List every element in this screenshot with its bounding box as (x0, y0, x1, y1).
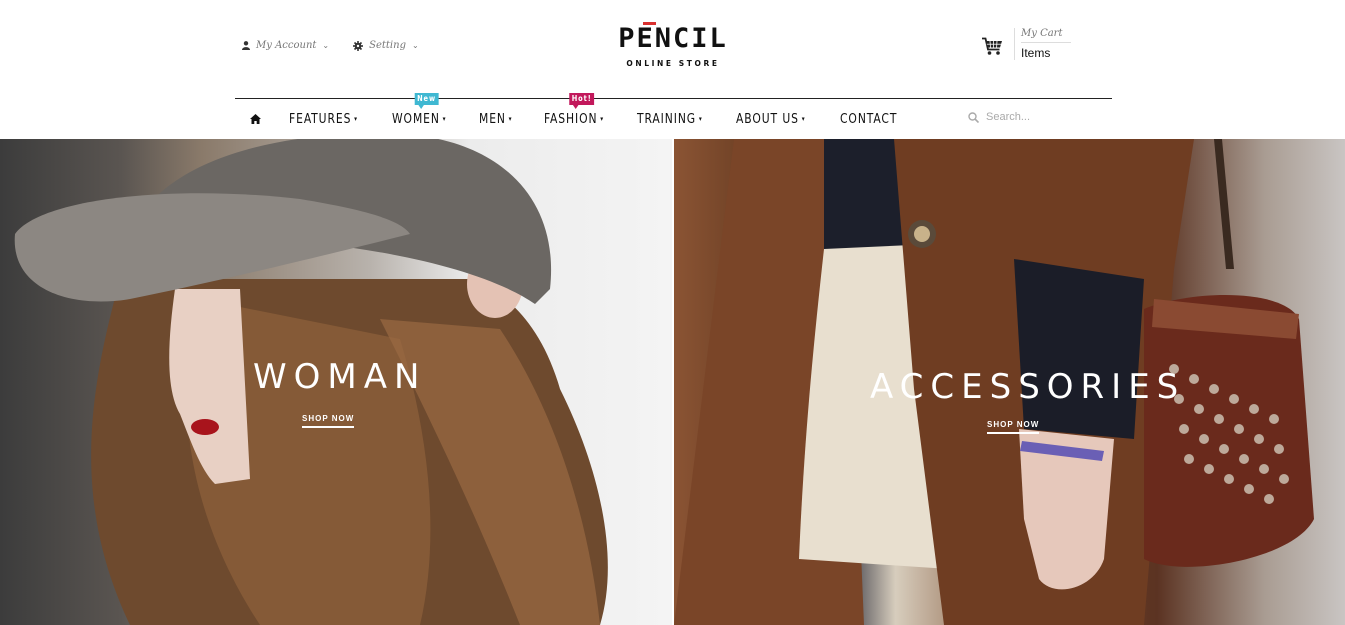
search-input[interactable] (986, 111, 1096, 123)
badge-pointer (572, 104, 578, 109)
shop-now-accessories-link[interactable]: SHOP NOW (987, 420, 1040, 434)
caret-down-icon: ▾ (599, 115, 604, 123)
nav-items: FEATURES ▾ New WOMEN ▾ MEN ▾ Hot! FASHIO… (235, 92, 930, 139)
my-account-label: My Account (256, 40, 317, 51)
nav-item-label: FASHION (543, 111, 598, 127)
hot-badge: Hot! (568, 92, 594, 109)
logo-name: PENCIL (618, 23, 728, 54)
nav-item-about-us[interactable]: ABOUT US ▾ (736, 112, 806, 127)
badge-pointer (417, 104, 424, 109)
cart-icon (982, 37, 1002, 55)
top-links: My Account ⌄ Setting ⌄ (242, 40, 419, 51)
cart-text: My Cart Items (1014, 28, 1071, 60)
setting-link[interactable]: Setting ⌄ (353, 40, 419, 51)
nav-item-fashion[interactable]: Hot! FASHION ▾ (543, 92, 604, 127)
nav-item-label: CONTACT (839, 111, 898, 127)
search-icon[interactable] (968, 111, 979, 123)
caret-down-icon: ▾ (698, 115, 703, 123)
banner-woman-title: WOMAN (253, 357, 427, 397)
my-account-link[interactable]: My Account ⌄ (242, 40, 329, 51)
nav-item-contact[interactable]: CONTACT (840, 112, 897, 127)
new-badge: New (414, 92, 439, 109)
nav-item-features[interactable]: FEATURES ▾ (289, 112, 358, 127)
logo-tagline: ONLINE STORE (626, 59, 720, 68)
site-logo[interactable]: PENCIL ONLINE STORE (612, 22, 734, 68)
cart-items: Items (1021, 46, 1051, 60)
nav-item-label: FEATURES (289, 111, 352, 127)
nav-item-label: TRAINING (636, 111, 696, 127)
site-header: My Account ⌄ Setting ⌄ PENCIL ONLINE STO… (0, 0, 1345, 139)
main-nav: FEATURES ▾ New WOMEN ▾ MEN ▾ Hot! FASHIO… (235, 92, 1112, 139)
home-icon (250, 114, 261, 124)
gear-icon (353, 40, 364, 51)
caret-down-icon: ▾ (801, 115, 806, 123)
mini-cart[interactable]: My Cart Items (982, 28, 1071, 60)
badge-label: New (417, 93, 436, 103)
nav-home[interactable] (250, 114, 261, 124)
caret-down-icon: ▾ (508, 115, 513, 123)
nav-item-training[interactable]: TRAINING ▾ (637, 112, 703, 127)
chevron-down-icon: ⌄ (411, 41, 419, 50)
chevron-down-icon: ⌄ (322, 41, 330, 50)
nav-item-label: ABOUT US (736, 111, 800, 127)
user-icon (242, 41, 250, 50)
banner-woman[interactable]: WOMAN SHOP NOW (0, 139, 672, 625)
shop-now-woman-link[interactable]: SHOP NOW (302, 414, 355, 428)
banner-accessories-title: ACCESSORIES (870, 367, 1186, 407)
caret-down-icon: ▾ (354, 115, 358, 123)
setting-label: Setting (369, 40, 406, 51)
cart-title: My Cart (1021, 28, 1071, 43)
badge-label: Hot! (571, 93, 592, 103)
nav-item-label: MEN (479, 111, 507, 127)
banner-accessories[interactable]: ACCESSORIES SHOP NOW (674, 139, 1345, 625)
caret-down-icon: ▾ (442, 115, 447, 123)
nav-search (968, 111, 1096, 123)
logo-accent-bar (643, 22, 656, 25)
nav-item-label: WOMEN (391, 111, 440, 127)
nav-item-men[interactable]: MEN ▾ (479, 112, 512, 127)
nav-item-women[interactable]: New WOMEN ▾ (391, 92, 447, 127)
